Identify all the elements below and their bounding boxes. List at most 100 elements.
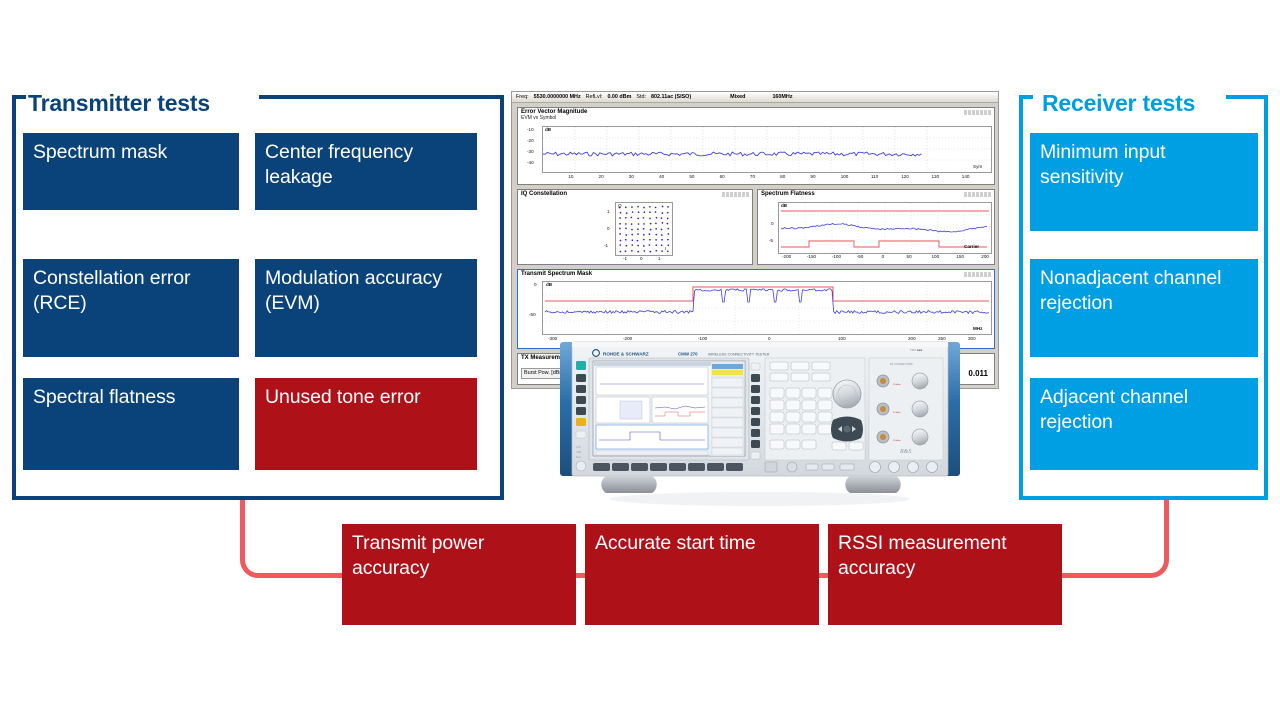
bandwidth-value: 160MHz bbox=[772, 94, 793, 100]
transmitter-tests-title: Transmitter tests bbox=[28, 90, 210, 116]
tile-label: Spectral flatness bbox=[33, 386, 176, 408]
mask-x-tick: 300 bbox=[968, 336, 976, 341]
burst-power-value: 0.011 bbox=[968, 369, 988, 378]
panel-indicator-dots bbox=[964, 272, 991, 277]
evm-trace bbox=[543, 127, 991, 172]
mask-y-tick: 0 bbox=[534, 282, 537, 287]
evm-x-unit: Sym bbox=[973, 164, 983, 169]
tile-accurate-start-time[interactable]: Accurate start time bbox=[585, 524, 819, 625]
evm-x-tick: 130 bbox=[931, 174, 940, 179]
instrument-rotary-knob[interactable] bbox=[832, 379, 862, 409]
iq-x-tick: -1 bbox=[623, 256, 628, 261]
evm-x-tick: 40 bbox=[659, 174, 665, 179]
instrument-navigation-pad[interactable] bbox=[831, 416, 863, 442]
instrument-foot-right bbox=[845, 476, 901, 493]
svg-text:TRX ■■■: TRX ■■■ bbox=[910, 348, 922, 352]
evm-x-tick: 120 bbox=[901, 174, 909, 179]
svg-text:ROHDE & SCHWARZ: ROHDE & SCHWARZ bbox=[603, 352, 649, 357]
flatness-plot-area bbox=[778, 202, 992, 254]
tile-label: Modulation accuracy (EVM) bbox=[265, 267, 442, 314]
flatness-x-tick: -50 bbox=[856, 254, 864, 259]
panel-indicator-dots bbox=[964, 192, 991, 197]
evm-x-tick: 20 bbox=[598, 174, 604, 179]
panel-evm[interactable]: Error Vector Magnitude EVM vs Symbol dB … bbox=[517, 107, 995, 185]
tile-rssi-measurement-accuracy[interactable]: RSSI measurement accuracy bbox=[828, 524, 1062, 625]
instrument-photo-cmw270: ROHDE & SCHWARZ CMW 270 WIRELESS CONNECT… bbox=[560, 341, 960, 506]
iq-scatter bbox=[618, 205, 670, 253]
mask-y-unit: dB bbox=[546, 282, 553, 287]
evm-x-tick: 110 bbox=[870, 174, 879, 179]
std-label: Std: bbox=[636, 94, 646, 100]
group-border-right bbox=[1264, 95, 1268, 500]
tile-label: Unused tone error bbox=[265, 386, 421, 408]
panel-iq-title: IQ Constellation bbox=[521, 191, 568, 197]
iq-i-label: I bbox=[665, 246, 667, 251]
tile-label: Transmit power accuracy bbox=[352, 532, 485, 579]
tile-transmit-power-accuracy[interactable]: Transmit power accuracy bbox=[342, 524, 576, 625]
iq-x-tick: 0 bbox=[640, 256, 643, 261]
panel-evm-subtitle: EVM vs Symbol bbox=[521, 115, 557, 121]
tile-label: Accurate start time bbox=[595, 532, 756, 554]
mode-value: Mixed bbox=[730, 94, 746, 100]
svg-text:33 dBm: 33 dBm bbox=[893, 384, 901, 386]
tile-constellation-error-rce[interactable]: Constellation error (RCE) bbox=[23, 259, 239, 357]
tile-unused-tone-error[interactable]: Unused tone error bbox=[255, 378, 477, 470]
iq-x-tick: 1 bbox=[658, 256, 661, 261]
panel-indicator-dots bbox=[722, 192, 749, 197]
flatness-trace bbox=[779, 203, 991, 253]
evm-x-tick: 90 bbox=[810, 174, 816, 179]
svg-text:33 dBm: 33 dBm bbox=[893, 412, 901, 414]
std-value: 802.11ac (SISO) bbox=[651, 94, 692, 100]
evm-y-tick: -10 bbox=[527, 127, 534, 132]
panel-spectrum-flatness[interactable]: Spectrum Flatness dB 0 -5 Carrier -200 -1… bbox=[757, 189, 995, 265]
freq-value: 5530.0000000 MHz bbox=[533, 94, 581, 100]
group-border-top-left bbox=[1019, 95, 1033, 99]
panel-flatness-title: Spectrum Flatness bbox=[761, 191, 815, 197]
evm-y-tick: -30 bbox=[527, 149, 534, 154]
evm-y-unit: dB bbox=[545, 127, 552, 132]
tile-center-frequency-leakage[interactable]: Center frequency leakage bbox=[255, 133, 477, 210]
group-border-top-left bbox=[12, 95, 26, 99]
instrument-screen-content bbox=[594, 362, 744, 456]
iq-q-label: Q bbox=[618, 203, 622, 208]
flatness-x-tick: 150 bbox=[956, 254, 965, 259]
reflvl-label: RefLvl: bbox=[585, 94, 603, 100]
flatness-y-tick: -5 bbox=[769, 238, 774, 243]
flatness-x-tick: -100 bbox=[831, 254, 842, 259]
panel-iq-constellation[interactable]: IQ Constellation Q I 1 0 -1 -1 0 1 bbox=[517, 189, 753, 265]
group-border-right bbox=[500, 95, 504, 500]
svg-text:LAN: LAN bbox=[576, 446, 581, 449]
evm-y-tick: -40 bbox=[527, 160, 534, 165]
freq-label: Freq: bbox=[516, 94, 529, 100]
mask-y-tick: -50 bbox=[529, 312, 536, 317]
tile-minimum-input-sensitivity[interactable]: Minimum input sensitivity bbox=[1030, 133, 1258, 231]
group-border-left bbox=[12, 95, 16, 500]
svg-text:33 dBm: 33 dBm bbox=[893, 440, 901, 442]
flatness-y-tick: 0 bbox=[771, 221, 774, 226]
svg-text:R&S: R&S bbox=[899, 449, 911, 455]
instrument-top-lip bbox=[572, 342, 948, 347]
connector-left bbox=[240, 500, 350, 578]
instrument-shadow bbox=[610, 492, 910, 506]
tile-spectrum-mask[interactable]: Spectrum mask bbox=[23, 133, 239, 210]
tile-label: Adjacent channel rejection bbox=[1040, 386, 1189, 433]
iq-y-tick: -1 bbox=[604, 243, 609, 248]
panel-indicator-dots bbox=[964, 110, 991, 115]
tile-nonadjacent-channel-rejection[interactable]: Nonadjacent channel rejection bbox=[1030, 259, 1258, 357]
tile-label: RSSI measurement accuracy bbox=[838, 532, 1007, 579]
mask-x-unit: MHz bbox=[973, 326, 983, 331]
evm-x-tick: 50 bbox=[689, 174, 695, 179]
svg-text:CMW 270: CMW 270 bbox=[678, 352, 698, 357]
tile-adjacent-channel-rejection[interactable]: Adjacent channel rejection bbox=[1030, 378, 1258, 470]
tile-label: Nonadjacent channel rejection bbox=[1040, 267, 1222, 314]
tile-spectral-flatness[interactable]: Spectral flatness bbox=[23, 378, 239, 470]
svg-text:RF CONNECTORS: RF CONNECTORS bbox=[890, 362, 913, 366]
group-border-top-right bbox=[259, 95, 504, 99]
flatness-x-tick: 50 bbox=[906, 254, 912, 259]
mask-x-tick: -300 bbox=[548, 336, 558, 341]
evm-x-tick: 140 bbox=[961, 174, 970, 179]
instrument-screen-side-keys[interactable] bbox=[750, 362, 761, 460]
flatness-x-tick: -150 bbox=[806, 254, 817, 259]
tile-modulation-accuracy-evm[interactable]: Modulation accuracy (EVM) bbox=[255, 259, 477, 357]
flatness-x-tick: 100 bbox=[931, 254, 940, 259]
